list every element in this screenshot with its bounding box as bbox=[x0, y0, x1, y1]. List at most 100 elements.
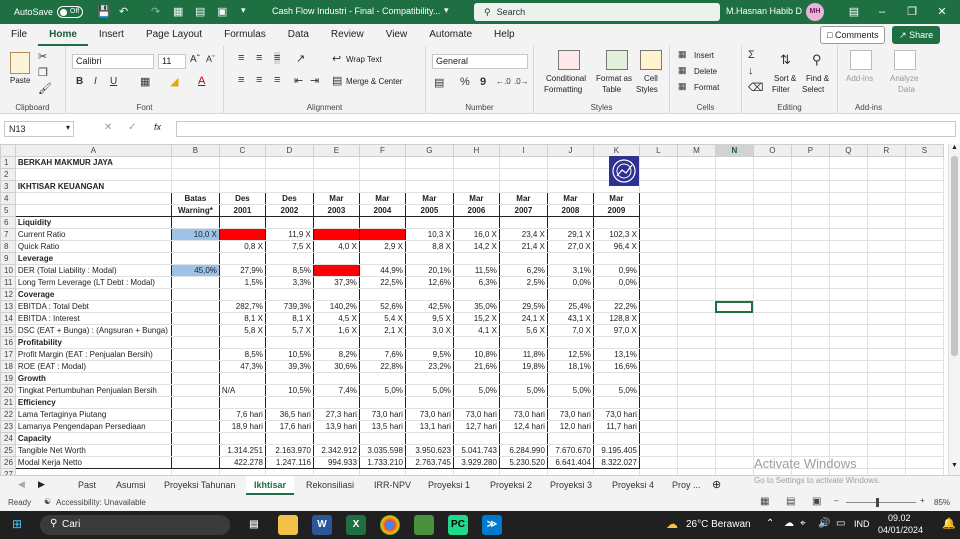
value-cell[interactable]: 3,1% bbox=[546, 264, 594, 277]
value-cell[interactable]: 44,9% bbox=[358, 264, 406, 277]
cell[interactable] bbox=[546, 432, 594, 445]
value-cell[interactable]: 22,5% bbox=[358, 276, 406, 289]
cell[interactable] bbox=[866, 228, 906, 241]
cell[interactable] bbox=[828, 312, 868, 325]
cell[interactable] bbox=[904, 252, 944, 265]
cell[interactable] bbox=[676, 324, 716, 337]
cancel-icon[interactable]: ✕ bbox=[104, 122, 112, 133]
cell[interactable] bbox=[714, 240, 754, 253]
cell[interactable] bbox=[312, 432, 360, 445]
cell[interactable] bbox=[676, 312, 716, 325]
value-cell[interactable]: 5.230.520 bbox=[498, 456, 548, 469]
cell[interactable] bbox=[714, 432, 754, 445]
cell[interactable] bbox=[790, 156, 830, 169]
cell[interactable] bbox=[790, 444, 830, 457]
value-cell[interactable]: 35,0% bbox=[452, 300, 500, 313]
cell[interactable] bbox=[498, 336, 548, 349]
cell[interactable] bbox=[904, 228, 944, 241]
row-header[interactable]: 22 bbox=[0, 408, 16, 421]
value-cell[interactable]: 45,0% bbox=[170, 264, 220, 277]
weather-icon[interactable]: ☁ bbox=[666, 517, 678, 531]
wrap-text-button[interactable]: Wrap Text bbox=[346, 55, 382, 64]
cell[interactable] bbox=[714, 180, 754, 193]
cell[interactable] bbox=[638, 360, 678, 373]
value-cell[interactable]: 6.641.404 bbox=[546, 456, 594, 469]
fill-color-icon[interactable]: ◢ bbox=[170, 75, 178, 88]
column-header-cell[interactable]: 2006 bbox=[452, 204, 500, 217]
value-cell[interactable]: 12,6% bbox=[404, 276, 454, 289]
cell[interactable] bbox=[752, 372, 792, 385]
align-top-icon[interactable]: ≡ bbox=[238, 52, 244, 64]
column-header[interactable]: H bbox=[452, 144, 500, 157]
cell[interactable] bbox=[904, 240, 944, 253]
value-cell[interactable]: 97,0 X bbox=[592, 324, 640, 337]
cell[interactable] bbox=[498, 216, 548, 229]
cell[interactable] bbox=[752, 180, 792, 193]
cell[interactable] bbox=[638, 348, 678, 361]
value-cell[interactable]: 1.247.116 bbox=[264, 456, 314, 469]
network-icon[interactable]: ⌖ bbox=[800, 518, 806, 529]
vertical-scrollbar[interactable]: ▲ ▼ bbox=[948, 144, 960, 475]
cell[interactable] bbox=[452, 180, 500, 193]
tab-page-layout[interactable]: Page Layout bbox=[135, 24, 213, 46]
metric-label[interactable]: Quick Ratio bbox=[14, 240, 172, 253]
scroll-up-icon[interactable]: ▲ bbox=[951, 144, 958, 151]
cell[interactable] bbox=[752, 312, 792, 325]
cell[interactable] bbox=[752, 264, 792, 277]
column-header[interactable]: O bbox=[752, 144, 792, 157]
notification-bell-icon[interactable]: 🔔 bbox=[942, 517, 956, 530]
cell[interactable] bbox=[170, 396, 220, 409]
cell[interactable] bbox=[638, 228, 678, 241]
tab-data[interactable]: Data bbox=[277, 24, 320, 46]
value-cell[interactable]: 13,5 hari bbox=[358, 420, 406, 433]
cell[interactable] bbox=[358, 288, 406, 301]
cell[interactable] bbox=[904, 264, 944, 277]
cell[interactable] bbox=[676, 432, 716, 445]
metric-label[interactable]: Lamanya Pengendapan Persediaan bbox=[14, 420, 172, 433]
cell[interactable] bbox=[452, 252, 500, 265]
cell[interactable] bbox=[14, 204, 172, 217]
cell[interactable] bbox=[358, 168, 406, 181]
cell[interactable] bbox=[752, 300, 792, 313]
print-preview-icon[interactable]: ▤ bbox=[195, 5, 205, 18]
cell[interactable] bbox=[904, 420, 944, 433]
cell[interactable] bbox=[752, 276, 792, 289]
cell[interactable] bbox=[904, 204, 944, 217]
sort-filter-button-2[interactable]: Filter bbox=[772, 85, 790, 94]
taskbar-search[interactable]: ⚲ Cari bbox=[40, 515, 230, 535]
cell[interactable] bbox=[904, 348, 944, 361]
cell[interactable] bbox=[218, 180, 266, 193]
font-family-select[interactable]: Calibri bbox=[72, 54, 154, 69]
metric-label[interactable]: Current Ratio bbox=[14, 228, 172, 241]
cell[interactable] bbox=[404, 168, 454, 181]
cell[interactable] bbox=[904, 360, 944, 373]
cell[interactable] bbox=[452, 336, 500, 349]
cell[interactable] bbox=[218, 432, 266, 445]
cell[interactable] bbox=[828, 348, 868, 361]
row-header[interactable]: 17 bbox=[0, 348, 16, 361]
value-cell[interactable]: 8,1 X bbox=[218, 312, 266, 325]
cell[interactable] bbox=[498, 372, 548, 385]
value-cell[interactable]: 29,1 X bbox=[546, 228, 594, 241]
borders-icon[interactable]: ▦ bbox=[140, 75, 150, 88]
cell[interactable] bbox=[828, 180, 868, 193]
cell[interactable] bbox=[638, 156, 678, 169]
cell[interactable] bbox=[546, 216, 594, 229]
cell[interactable] bbox=[866, 456, 906, 469]
cell[interactable] bbox=[170, 156, 220, 169]
cell[interactable] bbox=[790, 384, 830, 397]
cell[interactable] bbox=[170, 372, 220, 385]
value-cell[interactable]: 8,8 X bbox=[404, 240, 454, 253]
font-size-select[interactable]: 11 bbox=[158, 54, 186, 69]
increase-decimal-icon[interactable]: ←.0 bbox=[496, 77, 511, 86]
save-icon[interactable]: 💾 bbox=[97, 5, 111, 18]
format-cells-icon[interactable]: ▦ bbox=[678, 81, 687, 92]
value-cell[interactable]: 7,5 X bbox=[264, 240, 314, 253]
tab-view[interactable]: View bbox=[375, 24, 419, 46]
cell[interactable] bbox=[714, 252, 754, 265]
cell[interactable] bbox=[866, 180, 906, 193]
cell[interactable] bbox=[638, 300, 678, 313]
cell[interactable]: IKHTISAR KEUANGAN bbox=[14, 180, 172, 193]
value-cell[interactable]: 73,0 hari bbox=[404, 408, 454, 421]
bold-button[interactable]: B bbox=[76, 76, 83, 87]
